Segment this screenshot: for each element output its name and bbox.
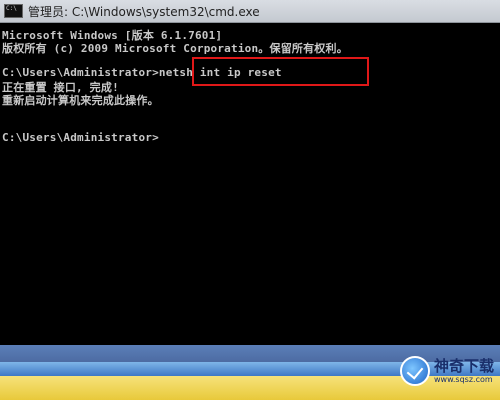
watermark-logo-icon xyxy=(399,356,430,386)
window-title: 管理员: C:\Windows\system32\cmd.exe xyxy=(28,4,260,19)
console-line-restart: 重新启动计算机来完成此操作。 xyxy=(2,94,159,107)
cmd-icon: C:\ xyxy=(4,4,23,18)
command-highlight-box xyxy=(192,57,369,86)
watermark-title: 神奇下载 xyxy=(433,356,494,375)
watermark: 神奇下载 www.sqsz.com xyxy=(399,356,494,386)
console-prompt: C:\Users\Administrator> xyxy=(2,131,159,144)
window-titlebar[interactable]: C:\ 管理员: C:\Windows\system32\cmd.exe xyxy=(0,0,500,23)
watermark-url: www.sqsz.com xyxy=(433,374,493,384)
console-line-copyright: 版权所有 (c) 2009 Microsoft Corporation。保留所有… xyxy=(2,42,348,55)
cmd-icon-label: C:\ xyxy=(6,5,17,12)
